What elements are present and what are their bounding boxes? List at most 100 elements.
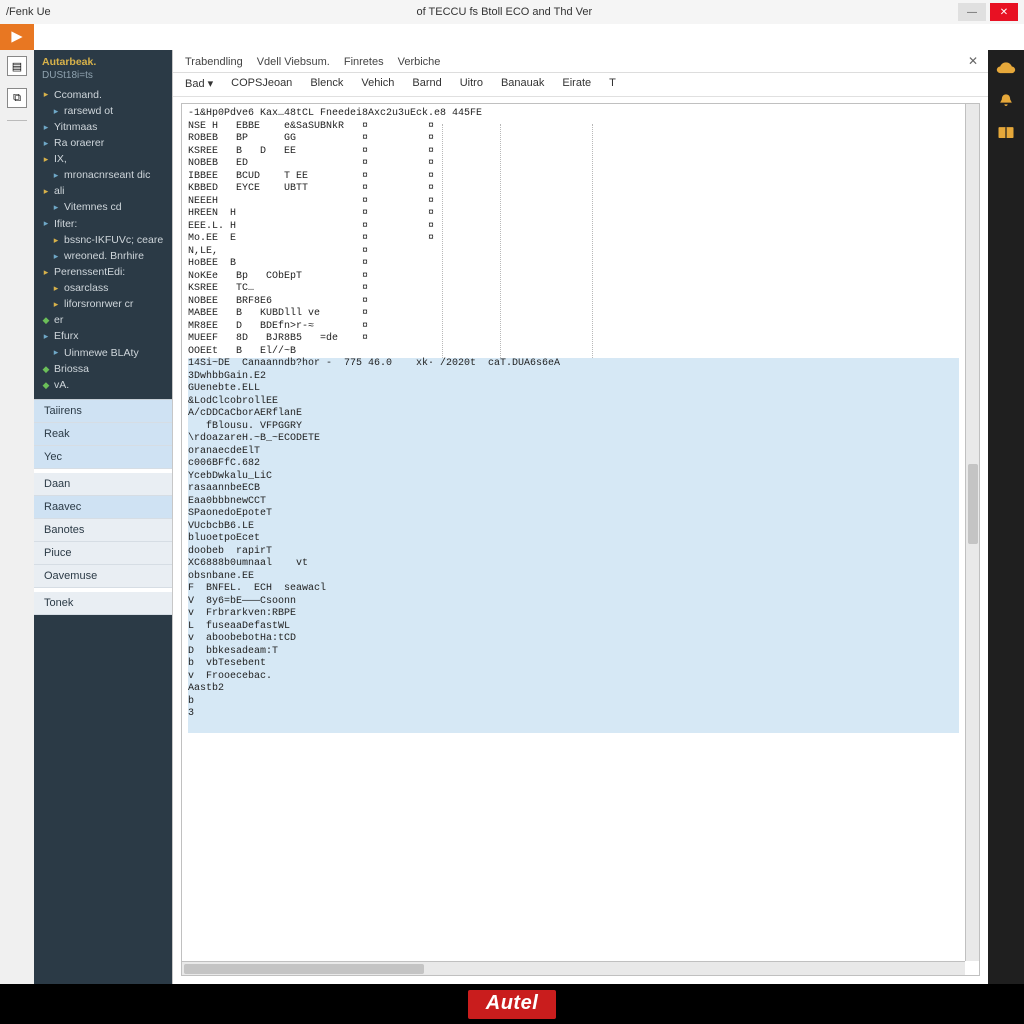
text-content[interactable]: -1&Hp0Pdve6 Kax…48tCL Fneedei8Axc2u3uEck… xyxy=(182,104,965,961)
tab[interactable]: Finretes xyxy=(344,56,384,72)
sidebar-list-item[interactable]: Oavemuse xyxy=(34,565,172,588)
tree-node[interactable]: ▸IX, xyxy=(40,152,168,168)
sidebar-title: Autarbeak. xyxy=(42,56,164,68)
tool-icon-2[interactable]: ⧉ xyxy=(7,88,27,108)
tree-bullet-icon: ▸ xyxy=(52,235,60,246)
menu-item[interactable]: Banauak xyxy=(501,77,544,90)
horizontal-scrollbar[interactable] xyxy=(182,961,965,975)
brand-bar: Autel xyxy=(0,984,1024,1024)
sidebar-subtitle: DUSt18i=ts xyxy=(42,70,164,81)
tree-node[interactable]: ▸ Efurx xyxy=(40,329,168,345)
menu-item[interactable]: Uitro xyxy=(460,77,483,90)
tree-node-label: Vitemnes cd xyxy=(64,201,122,214)
cloud-icon[interactable] xyxy=(996,60,1016,78)
tree-bullet-icon: ▸ xyxy=(52,299,60,310)
tree-node[interactable]: ▸rarsewd ot xyxy=(40,103,168,119)
tab[interactable]: Verbiche xyxy=(398,56,441,72)
sidebar-list-item[interactable]: Reak xyxy=(34,423,172,446)
menu-item[interactable]: T xyxy=(609,77,616,90)
sidebar-tree: ▸Ccomand.▸rarsewd ot▸Yitnmaas▸Ra oraerer… xyxy=(34,83,172,399)
tree-node-label: Briossa xyxy=(54,363,89,376)
tree-node-label: liforsronrwer cr xyxy=(64,298,133,311)
tree-bullet-icon: ◆ xyxy=(42,364,50,375)
tree-node-label: Yitnmaas xyxy=(54,121,97,134)
outer-title-center: of TECCU fs Btoll ECO and Thd Ver xyxy=(51,6,958,18)
tree-node[interactable]: ▸ Uinmewe BLAty xyxy=(40,345,168,361)
close-tab-button[interactable]: ✕ xyxy=(968,54,978,72)
stage-bar xyxy=(0,24,1024,50)
tree-node-label: wreoned. Bnrhire xyxy=(64,250,144,263)
bell-icon[interactable] xyxy=(996,92,1016,110)
tree-node[interactable]: ▸ osarclass xyxy=(40,281,168,297)
tree-node-label: osarclass xyxy=(64,282,108,295)
tree-node[interactable]: ▸Yitnmaas xyxy=(40,119,168,135)
tree-node[interactable]: ▸ Ccomand. xyxy=(40,87,168,103)
tree-bullet-icon: ▸ xyxy=(52,283,60,294)
main-panel: Trabendling Vdell Viebsum. Finretes Verbich… xyxy=(172,50,988,984)
content-area: -1&Hp0Pdve6 Kax…48tCL Fneedei8Axc2u3uEck… xyxy=(181,103,980,976)
tree-node-label: er xyxy=(54,314,63,327)
tree-bullet-icon: ▸ xyxy=(42,89,50,100)
menu-item[interactable]: Barnd xyxy=(412,77,441,90)
tree-bullet-icon: ◆ xyxy=(42,380,50,391)
tree-node[interactable]: ▸Vitemnes cd xyxy=(40,200,168,216)
menu-item[interactable]: Bad ▾ xyxy=(185,77,213,90)
tree-bullet-icon: ▸ xyxy=(42,267,50,278)
close-outer-button[interactable]: ✕ xyxy=(990,3,1018,21)
tree-node[interactable]: ▸ Ifiter: xyxy=(40,216,168,232)
book-icon[interactable] xyxy=(996,124,1016,142)
tab[interactable]: Trabendling xyxy=(185,56,243,72)
tree-node[interactable]: ▸ wreoned. Bnrhire xyxy=(40,248,168,264)
tree-node-label: Uinmewe BLAty xyxy=(64,347,139,360)
tree-node[interactable]: ◆ er xyxy=(40,313,168,329)
tree-node-label: mronacnrseant dic xyxy=(64,169,150,182)
sidebar-list-item[interactable]: Raavec xyxy=(34,496,172,519)
tree-bullet-icon: ▸ xyxy=(42,331,50,342)
sidebar-list-item[interactable]: Banotes xyxy=(34,519,172,542)
tree-node[interactable]: ▸PerenssentEdi: xyxy=(40,264,168,280)
menu-item[interactable]: Blenck xyxy=(310,77,343,90)
tree-node-label: rarsewd ot xyxy=(64,105,113,118)
tree-bullet-icon: ◆ xyxy=(42,315,50,326)
sidebar-list-item[interactable]: Taiirens xyxy=(34,400,172,423)
tree-node-label: bssnc-IKFUVc; ceare xyxy=(64,234,163,247)
tree-node[interactable]: ◆ Briossa xyxy=(40,361,168,377)
sidebar-list-item[interactable]: Daan xyxy=(34,473,172,496)
tree-node-label: ali xyxy=(54,185,65,198)
tree-bullet-icon: ▸ xyxy=(52,170,60,181)
scroll-thumb[interactable] xyxy=(968,464,978,544)
minimize-button[interactable]: — xyxy=(958,3,986,21)
sidebar-list-item[interactable]: Yec xyxy=(34,446,172,469)
outer-titlebar: /Fenk Ue of TECCU fs Btoll ECO and Thd V… xyxy=(0,0,1024,24)
tree-node-label: vA. xyxy=(54,379,69,392)
sidebar-list-item[interactable]: Piuce xyxy=(34,542,172,565)
menu-item[interactable]: COPSJeoan xyxy=(231,77,292,90)
tree-node-label: Ifiter: xyxy=(54,218,77,231)
outer-title-left: /Fenk Ue xyxy=(6,6,51,18)
play-icon[interactable] xyxy=(0,24,34,50)
tree-node[interactable]: ◆ vA. xyxy=(40,377,168,393)
tree-bullet-icon: ▸ xyxy=(52,251,60,262)
menu-bar: Bad ▾ COPSJeoan Blenck Vehich Barnd Uitro Bana… xyxy=(173,73,988,97)
tree-node-label: Ra oraerer xyxy=(54,137,104,150)
vertical-scrollbar[interactable] xyxy=(965,104,979,961)
tree-bullet-icon: ▸ xyxy=(52,347,60,358)
menu-item[interactable]: Eirate xyxy=(562,77,591,90)
tree-node[interactable]: ▸ ali xyxy=(40,184,168,200)
right-tool-strip xyxy=(988,50,1024,984)
tree-node[interactable]: ▸ mronacnrseant dic xyxy=(40,168,168,184)
tool-icon-1[interactable]: ▤ xyxy=(7,56,27,76)
tree-node[interactable]: ▸ liforsronrwer cr xyxy=(40,297,168,313)
tree-node[interactable]: ▸Ra oraerer xyxy=(40,135,168,151)
sidebar-list-item[interactable]: Tonek xyxy=(34,592,172,615)
menu-item[interactable]: Vehich xyxy=(361,77,394,90)
tree-node-label: Efurx xyxy=(54,330,79,343)
tree-node-label: IX, xyxy=(54,153,67,166)
scroll-thumb[interactable] xyxy=(184,964,424,974)
tree-node[interactable]: ▸ bssnc-IKFUVc; ceare xyxy=(40,232,168,248)
tab[interactable]: Vdell Viebsum. xyxy=(257,56,330,72)
tree-node-label: Ccomand. xyxy=(54,89,102,102)
divider-icon xyxy=(7,120,27,121)
tree-bullet-icon: ▸ xyxy=(42,218,50,229)
tree-bullet-icon: ▸ xyxy=(42,186,50,197)
